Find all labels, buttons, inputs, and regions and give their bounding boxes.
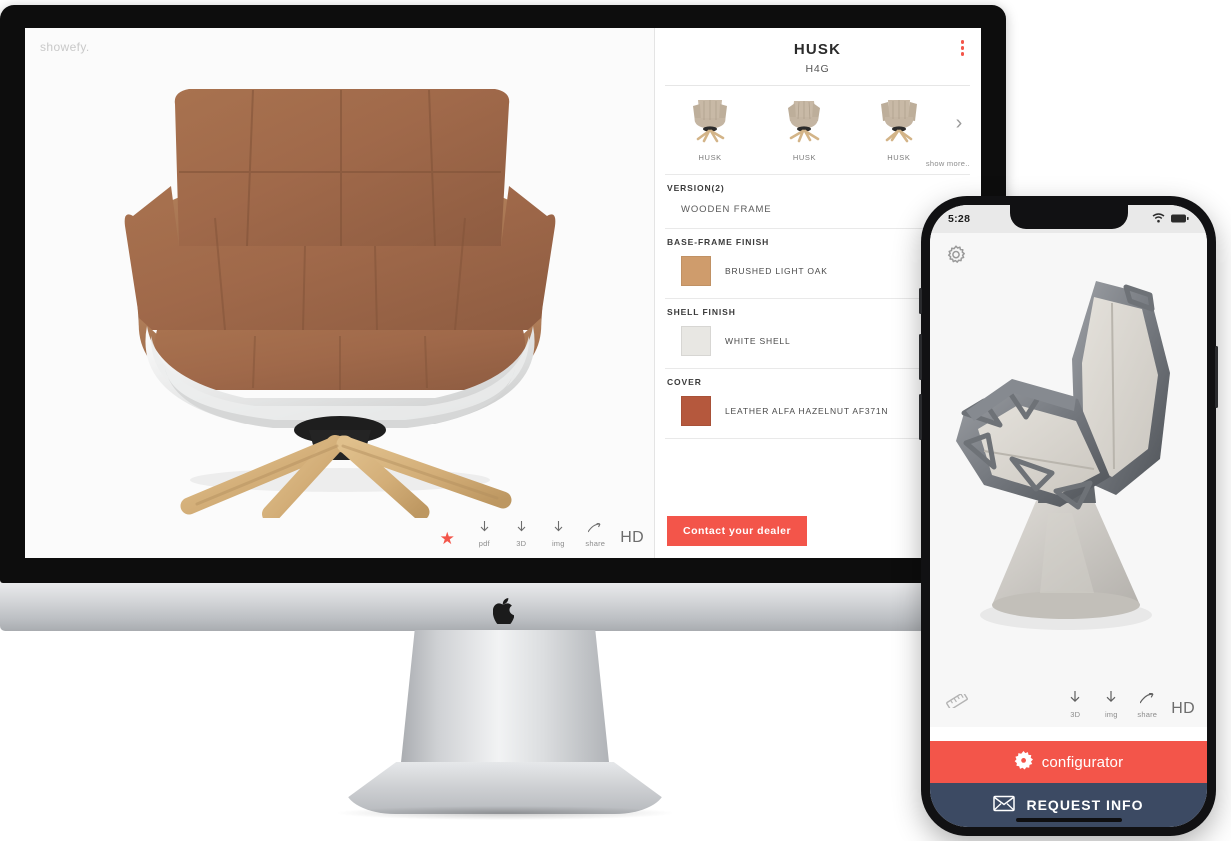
battery-icon	[1171, 210, 1189, 228]
download-3d-button[interactable]: 3D	[509, 521, 533, 548]
download-pdf-button[interactable]: pdf	[472, 521, 496, 548]
option-value-cover: LEATHER ALFA HAZELNUT AF371N	[725, 406, 889, 416]
stand-shadow	[338, 806, 672, 820]
product-viewer[interactable]: showefy. ★ pdf 3D img share HD	[25, 28, 655, 558]
monitor-screen: showefy. ★ pdf 3D img share HD HUSK H4G …	[25, 28, 981, 558]
variant-thumbnail-label: HUSK	[792, 153, 817, 162]
monitor-stand-neck	[400, 630, 610, 772]
iphone-device: 5:28 3D img share HD configurator REQUES…	[919, 196, 1218, 836]
monitor-bezel: showefy. ★ pdf 3D img share HD HUSK H4G …	[0, 5, 1006, 583]
download-3d-button[interactable]: 3D	[1063, 691, 1087, 719]
apple-logo-icon	[492, 598, 515, 625]
product-code: H4G	[805, 63, 830, 75]
imac-device: showefy. ★ pdf 3D img share HD HUSK H4G …	[0, 0, 1010, 841]
husk-chair-illustration	[124, 89, 556, 518]
status-indicators	[1152, 210, 1189, 228]
product-render-geometric-chair	[944, 263, 1194, 688]
configurator-button[interactable]: configurator	[930, 741, 1207, 783]
variant-thumbnail-row[interactable]: HUSK HUSK HUSK › show more..	[655, 86, 980, 168]
download-3d-label: 3D	[516, 539, 527, 548]
status-time: 5:28	[948, 213, 971, 225]
download-3d-label: 3D	[1070, 710, 1081, 719]
star-icon: ★	[439, 529, 455, 548]
phone-viewer-toolbar[interactable]: 3D img share HD	[1063, 691, 1195, 719]
download-icon	[1105, 691, 1117, 709]
download-img-label: img	[1104, 710, 1118, 719]
phone-mute-switch[interactable]	[919, 288, 922, 314]
download-img-button[interactable]: img	[546, 521, 570, 548]
ruler-icon[interactable]	[946, 691, 968, 713]
share-label: share	[585, 539, 606, 548]
husk-thumb-icon	[693, 100, 728, 143]
wifi-icon	[1152, 210, 1165, 228]
viewer-toolbar[interactable]: ★ pdf 3D img share HD	[435, 521, 644, 548]
phone-power-button[interactable]	[1215, 346, 1218, 408]
share-label: share	[1137, 710, 1158, 719]
share-button[interactable]: share	[583, 522, 607, 548]
gear-burst-icon	[1014, 750, 1033, 774]
download-icon	[1069, 691, 1081, 709]
quality-hd-label[interactable]: HD	[620, 529, 644, 548]
request-info-label: REQUEST INFO	[1026, 797, 1144, 813]
download-pdf-label: pdf	[478, 539, 490, 548]
download-icon	[516, 521, 527, 538]
home-indicator[interactable]	[1015, 818, 1122, 822]
phone-volume-down-button[interactable]	[919, 394, 922, 440]
screenshot-stage: showefy. ★ pdf 3D img share HD HUSK H4G …	[0, 0, 1231, 841]
share-icon	[587, 522, 602, 538]
phone-viewer[interactable]: 3D img share HD	[930, 233, 1207, 727]
option-group-heading: VERSION(2)	[667, 183, 725, 193]
request-info-button[interactable]: REQUEST INFO	[930, 783, 1207, 827]
share-icon	[1139, 692, 1155, 709]
chevron-right-icon[interactable]: ›	[946, 94, 972, 152]
product-title: HUSK	[793, 41, 842, 58]
show-more-link[interactable]: show more..	[926, 159, 970, 168]
swatch-base-frame[interactable]	[681, 256, 711, 286]
download-icon	[479, 521, 490, 538]
download-icon	[553, 521, 564, 538]
variant-thumbnail-label: HUSK	[698, 153, 722, 162]
brand-logo: showefy.	[40, 40, 90, 54]
variant-thumbnail[interactable]: HUSK	[757, 94, 851, 162]
contact-dealer-button[interactable]: Contact your dealer	[667, 516, 808, 546]
download-img-button[interactable]: img	[1099, 691, 1123, 719]
download-img-label: img	[551, 539, 565, 548]
quality-hd-label[interactable]: HD	[1171, 700, 1195, 719]
phone-status-bar: 5:28	[930, 205, 1207, 233]
variant-thumbnail[interactable]: HUSK	[663, 94, 757, 162]
swatch-shell[interactable]	[681, 326, 711, 356]
share-button[interactable]: share	[1135, 692, 1159, 719]
kebab-menu-icon[interactable]	[960, 40, 964, 56]
swatch-cover[interactable]	[681, 396, 711, 426]
option-value-base-frame: BRUSHED LIGHT OAK	[725, 266, 828, 276]
phone-volume-up-button[interactable]	[919, 334, 922, 380]
variant-thumbnail[interactable]: HUSK	[852, 94, 946, 162]
husk-thumb-icon	[788, 101, 821, 143]
envelope-icon	[993, 795, 1016, 815]
geometric-chair-illustration	[955, 281, 1170, 630]
configurator-label: configurator	[1041, 753, 1124, 771]
husk-thumb-icon	[880, 100, 917, 143]
favorite-star-button[interactable]: ★	[435, 530, 459, 548]
phone-notch	[1009, 205, 1128, 229]
spacer	[930, 727, 1207, 741]
option-value-shell: WHITE SHELL	[725, 336, 791, 346]
product-render-husk	[25, 68, 655, 518]
phone-screen: 5:28 3D img share HD configurator REQUES…	[930, 205, 1207, 827]
